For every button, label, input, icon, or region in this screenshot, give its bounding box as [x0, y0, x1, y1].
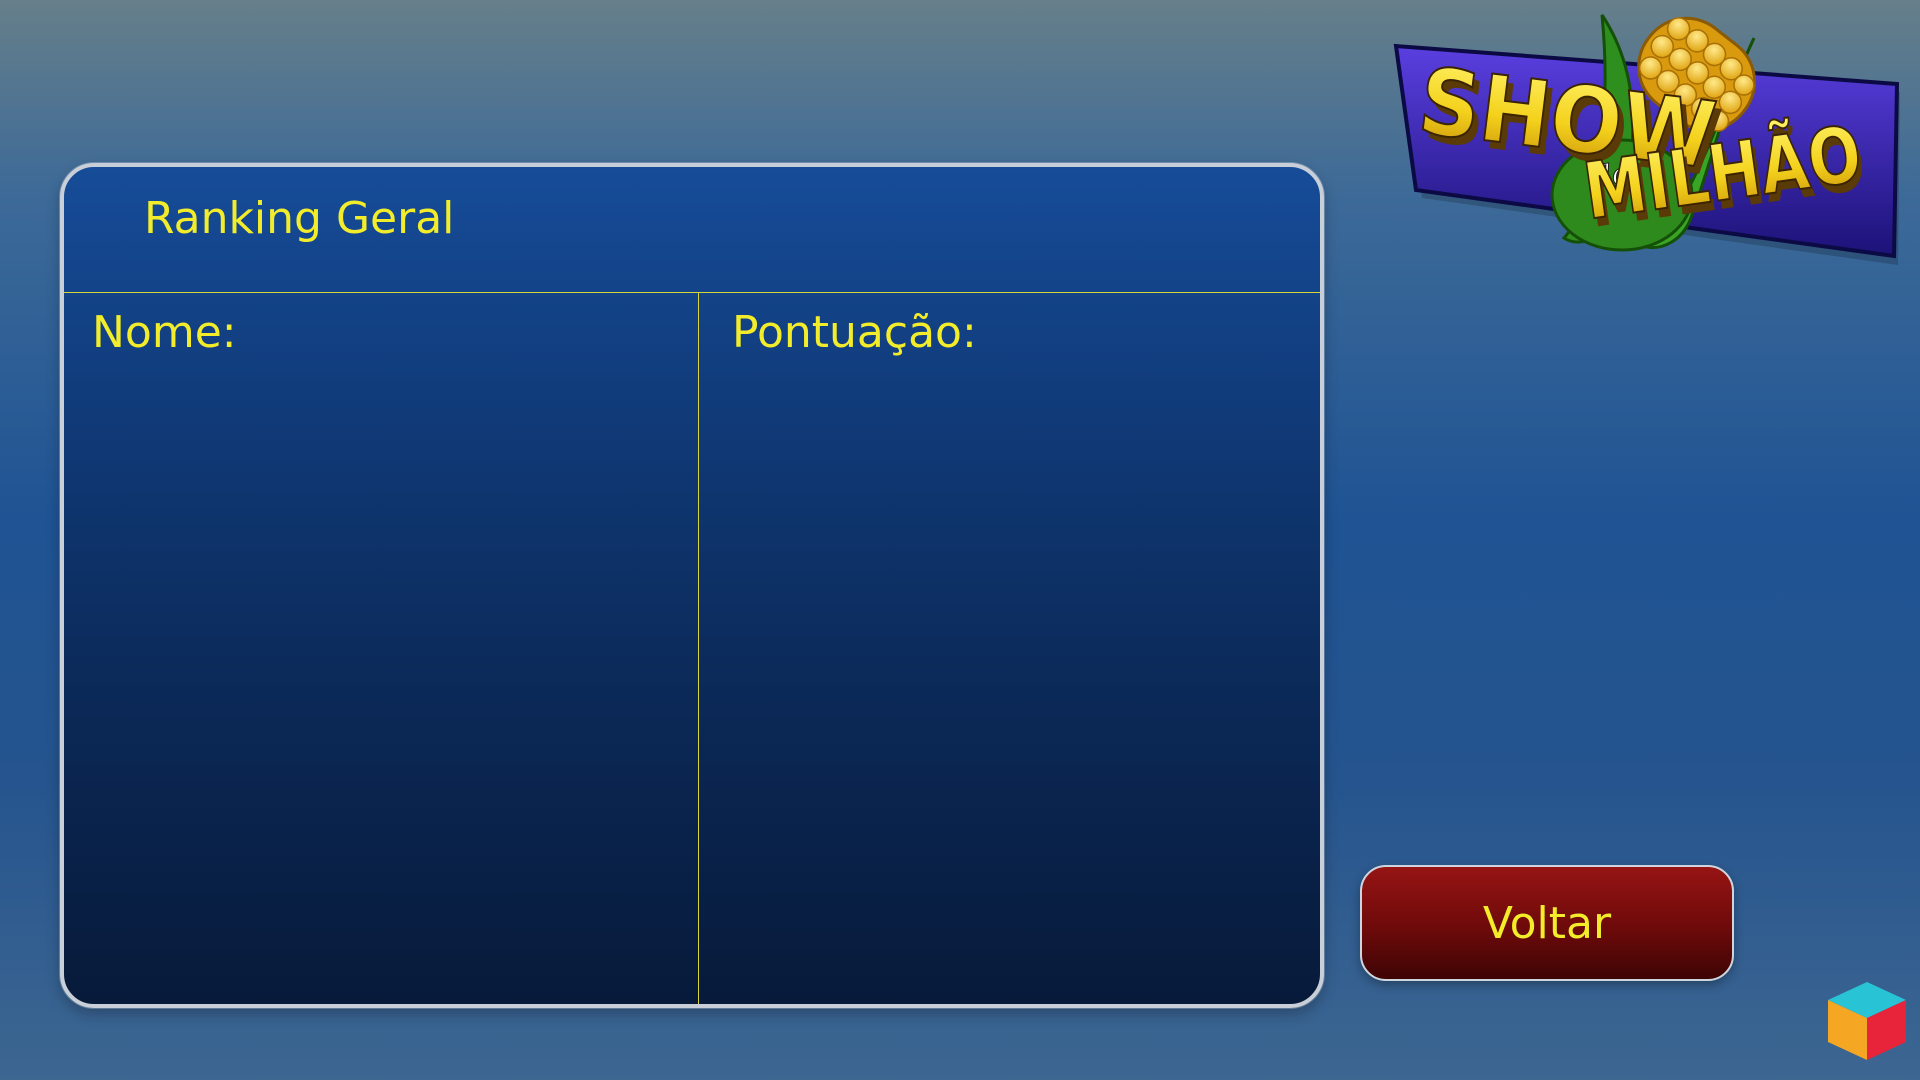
show-do-milhao-logo: SHOW SHOW do MILHÃO MILHÃO [1393, 14, 1900, 265]
back-button-label: Voltar [1482, 897, 1612, 949]
header-divider [64, 292, 1320, 293]
name-column-header: Nome: [92, 307, 237, 358]
ranking-title: Ranking Geral [144, 193, 455, 244]
back-button[interactable]: Voltar [1360, 865, 1734, 981]
ranking-panel: Ranking Geral Nome: Pontuação: [60, 163, 1324, 1008]
score-column-header: Pontuação: [732, 307, 977, 358]
column-divider [698, 293, 699, 1004]
app-cube-icon [1828, 982, 1906, 1060]
